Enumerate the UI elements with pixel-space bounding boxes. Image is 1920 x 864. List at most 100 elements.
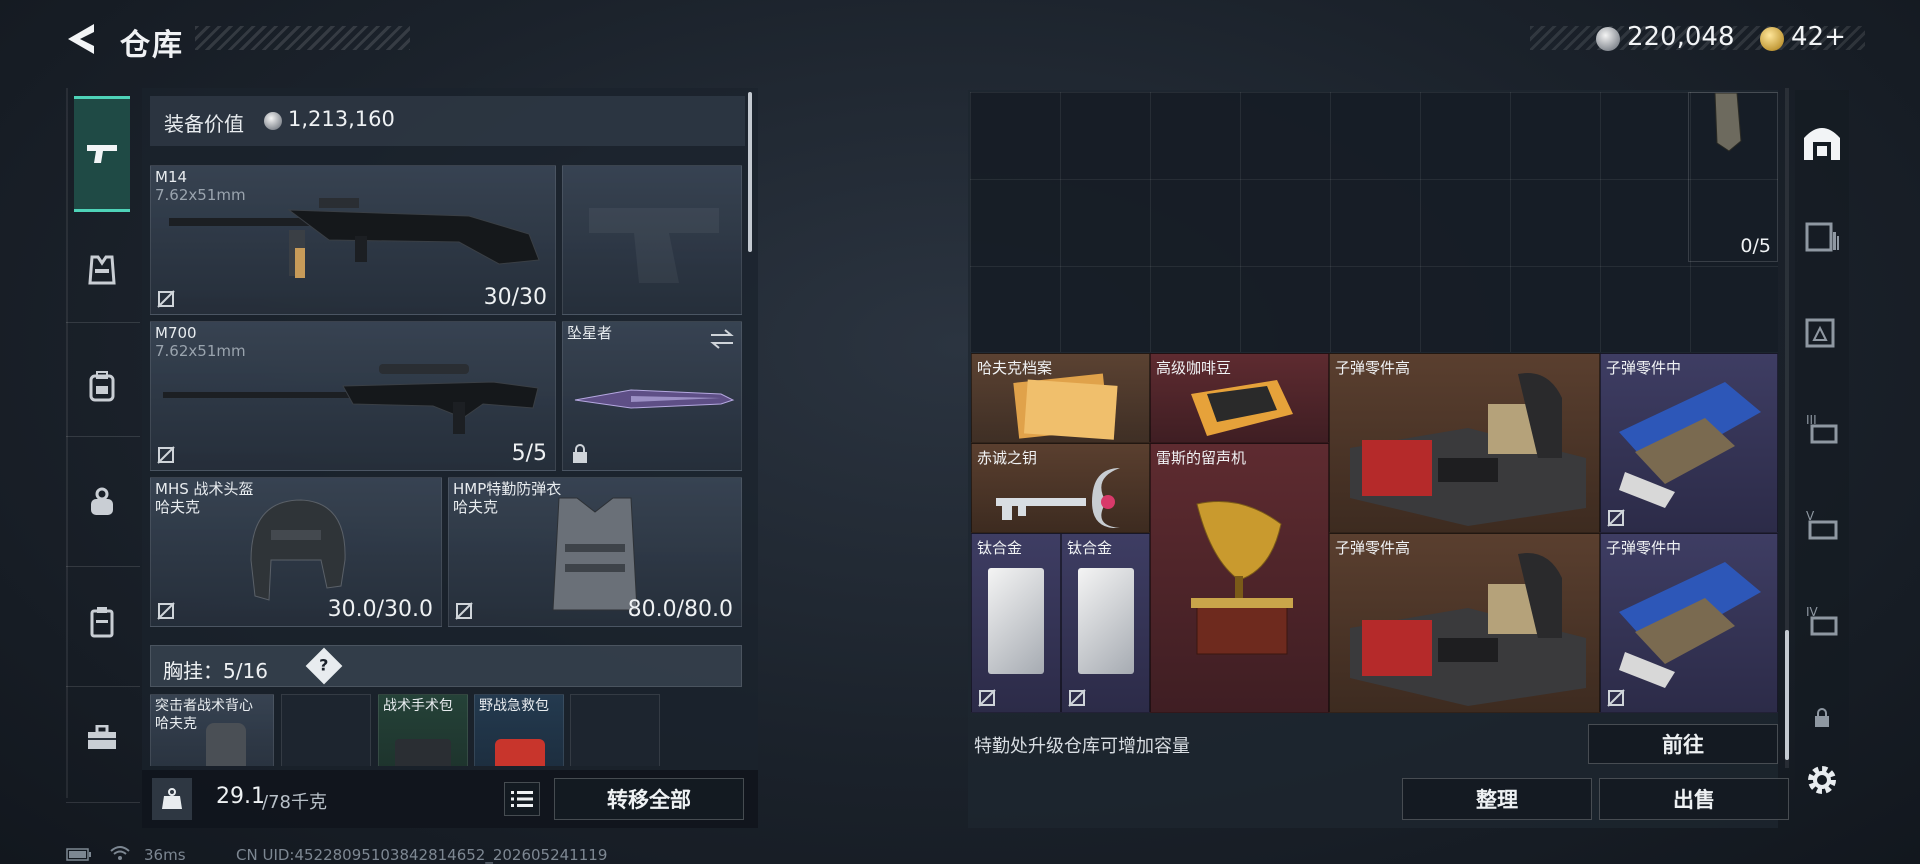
m700-rifle-image bbox=[163, 364, 539, 434]
ping-value: 36ms bbox=[144, 846, 186, 864]
sidebar-divider bbox=[66, 88, 68, 798]
chest-item-slot[interactable]: 野战急救包 bbox=[474, 694, 564, 766]
chest-item-brand: 哈夫克 bbox=[155, 716, 197, 732]
chest-rig-count: 5/16 bbox=[223, 659, 268, 683]
weight-icon-box bbox=[152, 778, 192, 820]
settings-gear-icon bbox=[1808, 766, 1836, 794]
storage-3-icon: III bbox=[1806, 413, 1838, 444]
chest-empty-slot[interactable] bbox=[570, 694, 660, 766]
storage-tab-2[interactable] bbox=[1800, 310, 1844, 354]
equipment-scrollbar[interactable] bbox=[748, 92, 752, 252]
storage-upgrade-hint: 特勤处升级仓库可增加容量 bbox=[974, 736, 1190, 757]
primary-weapon-slot[interactable]: M14 7.62x51mm 30/30 bbox=[150, 165, 556, 315]
title-decoration bbox=[195, 26, 410, 50]
weapon-ammo: 30/30 bbox=[483, 285, 547, 310]
melee-slot[interactable]: 坠星者 bbox=[562, 321, 742, 471]
no-insure-icon bbox=[1068, 689, 1086, 707]
equipment-value-label: 装备价值 bbox=[164, 112, 244, 136]
storage-item[interactable]: 高级咖啡豆 bbox=[1150, 353, 1329, 443]
sidebar-separator bbox=[66, 686, 140, 687]
storage-tab-3[interactable]: III bbox=[1800, 406, 1844, 450]
item-name: 钛合金 bbox=[1067, 539, 1113, 557]
storage-item[interactable]: 赤诚之钥 bbox=[971, 443, 1150, 533]
sidebar-item-case[interactable] bbox=[74, 594, 130, 650]
page-title: 仓库 bbox=[120, 28, 184, 63]
no-insure-icon bbox=[157, 602, 175, 620]
gold-currency-value[interactable]: 42+ bbox=[1791, 22, 1846, 52]
wifi-icon bbox=[110, 846, 130, 860]
help-icon[interactable]: ? bbox=[305, 647, 343, 685]
storage-tab-5[interactable]: IV bbox=[1800, 598, 1844, 642]
chest-rig-label: 胸挂： bbox=[163, 659, 223, 683]
chest-rig-header: 胸挂：5/16 ? bbox=[150, 645, 742, 687]
helmet-image bbox=[250, 499, 346, 601]
chest-item-name: 战术手术包 bbox=[383, 698, 453, 714]
helmet-durability: 30.0/30.0 bbox=[327, 597, 433, 622]
secondary-weapon-slot[interactable]: M700 7.62x51mm 5/5 bbox=[150, 321, 556, 471]
weapon-name: M700 bbox=[155, 324, 197, 342]
storage-5-icon: IV bbox=[1806, 605, 1838, 636]
sort-button[interactable]: 整理 bbox=[1402, 778, 1592, 820]
sidebar-item-backpack[interactable] bbox=[74, 358, 130, 414]
weight-max: /78千克 bbox=[262, 792, 327, 813]
bullet-parts-tray-image bbox=[1619, 382, 1761, 508]
storage-item[interactable]: 钛合金 bbox=[971, 533, 1061, 713]
backpack-icon bbox=[89, 371, 115, 402]
helmet-brand: 哈夫克 bbox=[155, 498, 201, 516]
storage-2-icon bbox=[1805, 318, 1835, 348]
back-arrow-icon[interactable] bbox=[64, 22, 98, 56]
storage-item[interactable]: 钛合金 bbox=[1061, 533, 1150, 713]
sidebar-item-weapons[interactable] bbox=[74, 96, 130, 212]
equipment-value-bar: 装备价值 1,213,160 bbox=[150, 96, 745, 146]
storage-item[interactable]: 哈夫克档案 bbox=[971, 353, 1150, 443]
transfer-all-button[interactable]: 转移全部 bbox=[554, 778, 744, 820]
sidebar-separator bbox=[66, 566, 140, 567]
bullet-parts-box-image bbox=[1350, 373, 1586, 526]
sidebar-item-toolbox[interactable] bbox=[74, 710, 130, 766]
silver-currency-value: 220,048 bbox=[1627, 22, 1735, 52]
sidebar-item-pouch[interactable] bbox=[74, 474, 130, 530]
sell-button[interactable]: 出售 bbox=[1599, 778, 1789, 820]
chest-item-slot[interactable]: 突击者战术背心 哈夫克 bbox=[150, 694, 274, 766]
weight-value: 29.1 bbox=[216, 784, 265, 809]
knife-image bbox=[574, 389, 735, 409]
storage-item[interactable]: 子弹零件高 bbox=[1329, 353, 1600, 533]
battery-icon bbox=[66, 848, 91, 861]
bullet-parts-tray-image bbox=[1619, 562, 1761, 688]
goto-button[interactable]: 前往 bbox=[1588, 724, 1778, 764]
storage-item[interactable]: 雷斯的留声机 bbox=[1150, 443, 1329, 713]
storage-tab-home[interactable] bbox=[1800, 120, 1844, 164]
gramophone-image bbox=[1191, 501, 1293, 655]
helmet-name: MHS 战术头盔 bbox=[155, 480, 254, 498]
chest-empty-slot[interactable] bbox=[281, 694, 371, 766]
container-slot[interactable]: 0/5 bbox=[1688, 92, 1778, 262]
no-insure-icon bbox=[978, 689, 996, 707]
helmet-slot[interactable]: MHS 战术头盔 哈夫克 30.0/30.0 bbox=[150, 477, 442, 627]
pistol-slot[interactable] bbox=[562, 165, 742, 315]
storage-1-icon bbox=[1805, 222, 1839, 252]
storage-item[interactable]: 子弹零件高 bbox=[1329, 533, 1600, 713]
lock-icon bbox=[573, 444, 587, 463]
armor-slot[interactable]: HMP特勤防弹衣 哈夫克 80.0/80.0 bbox=[448, 477, 742, 627]
case-icon bbox=[90, 607, 114, 638]
sidebar-separator bbox=[66, 802, 140, 803]
list-icon bbox=[511, 791, 533, 807]
key-image bbox=[996, 468, 1120, 528]
sidebar-item-vest[interactable] bbox=[74, 242, 130, 298]
container-capacity: 0/5 bbox=[1740, 235, 1771, 257]
chest-item-slot[interactable]: 战术手术包 bbox=[378, 694, 468, 766]
settings-button[interactable] bbox=[1800, 758, 1844, 802]
lock-icon bbox=[1815, 708, 1829, 727]
storage-tab-4[interactable]: V bbox=[1800, 502, 1844, 546]
storage-item[interactable]: 子弹零件中 bbox=[1600, 533, 1778, 713]
storage-scrollbar-thumb[interactable] bbox=[1785, 630, 1789, 760]
list-view-button[interactable] bbox=[504, 782, 540, 816]
weapon-name: M14 bbox=[155, 168, 188, 186]
melee-name: 坠星者 bbox=[567, 324, 613, 342]
swap-icon[interactable] bbox=[709, 328, 735, 350]
user-uid: CN UID:4522809510384281465​2_20260524111… bbox=[236, 846, 608, 864]
pouch-icon bbox=[91, 487, 113, 515]
storage-empty-grid bbox=[970, 92, 1778, 352]
storage-tab-1[interactable] bbox=[1800, 214, 1844, 258]
storage-item[interactable]: 子弹零件中 bbox=[1600, 353, 1778, 533]
